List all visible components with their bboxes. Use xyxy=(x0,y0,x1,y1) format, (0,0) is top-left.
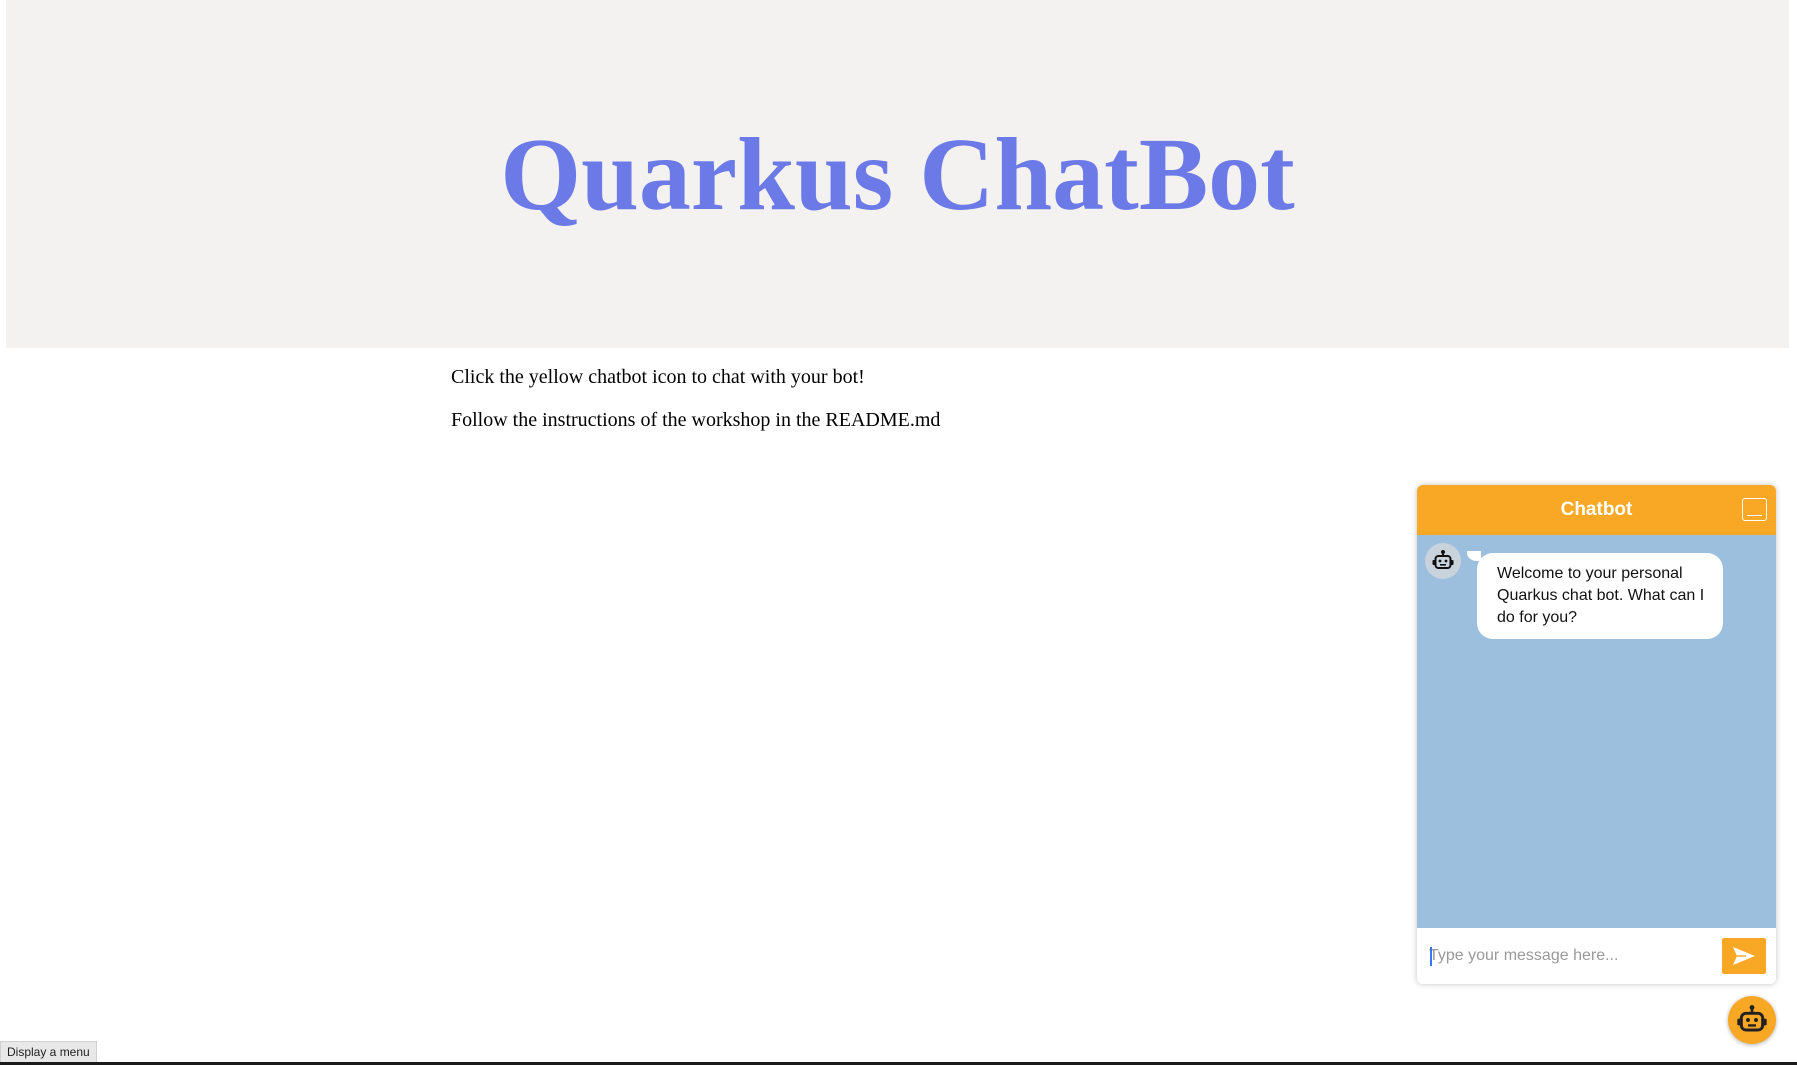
instruction-line-chatbot: Click the yellow chatbot icon to chat wi… xyxy=(451,366,865,388)
instructions: Click the yellow chatbot icon to chat wi… xyxy=(451,366,940,452)
chat-messages: Welcome to your personal Quarkus chat bo… xyxy=(1417,535,1776,928)
chat-header: Chatbot xyxy=(1417,485,1776,535)
chat-input-bar xyxy=(1417,928,1776,984)
instruction-line-readme: Follow the instructions of the workshop … xyxy=(451,409,941,431)
page: Quarkus ChatBot Click the yellow chatbot… xyxy=(0,0,1797,1065)
robot-icon xyxy=(1737,1005,1767,1032)
minimize-button[interactable] xyxy=(1742,498,1767,521)
send-button[interactable] xyxy=(1722,938,1766,974)
send-icon xyxy=(1733,947,1755,965)
message-input[interactable] xyxy=(1429,940,1709,972)
bot-message: Welcome to your personal Quarkus chat bo… xyxy=(1477,553,1723,639)
chat-window: Chatbot Welcome to your personal Quarkus… xyxy=(1417,485,1776,984)
chatbot-launcher-button[interactable] xyxy=(1728,996,1776,1044)
status-tooltip: Display a menu xyxy=(0,1041,97,1063)
header-banner: Quarkus ChatBot xyxy=(6,0,1789,348)
text-caret xyxy=(1430,947,1432,966)
page-title: Quarkus ChatBot xyxy=(500,116,1295,232)
bot-avatar xyxy=(1425,543,1461,579)
robot-icon xyxy=(1432,550,1454,569)
chat-header-title: Chatbot xyxy=(1560,499,1633,520)
